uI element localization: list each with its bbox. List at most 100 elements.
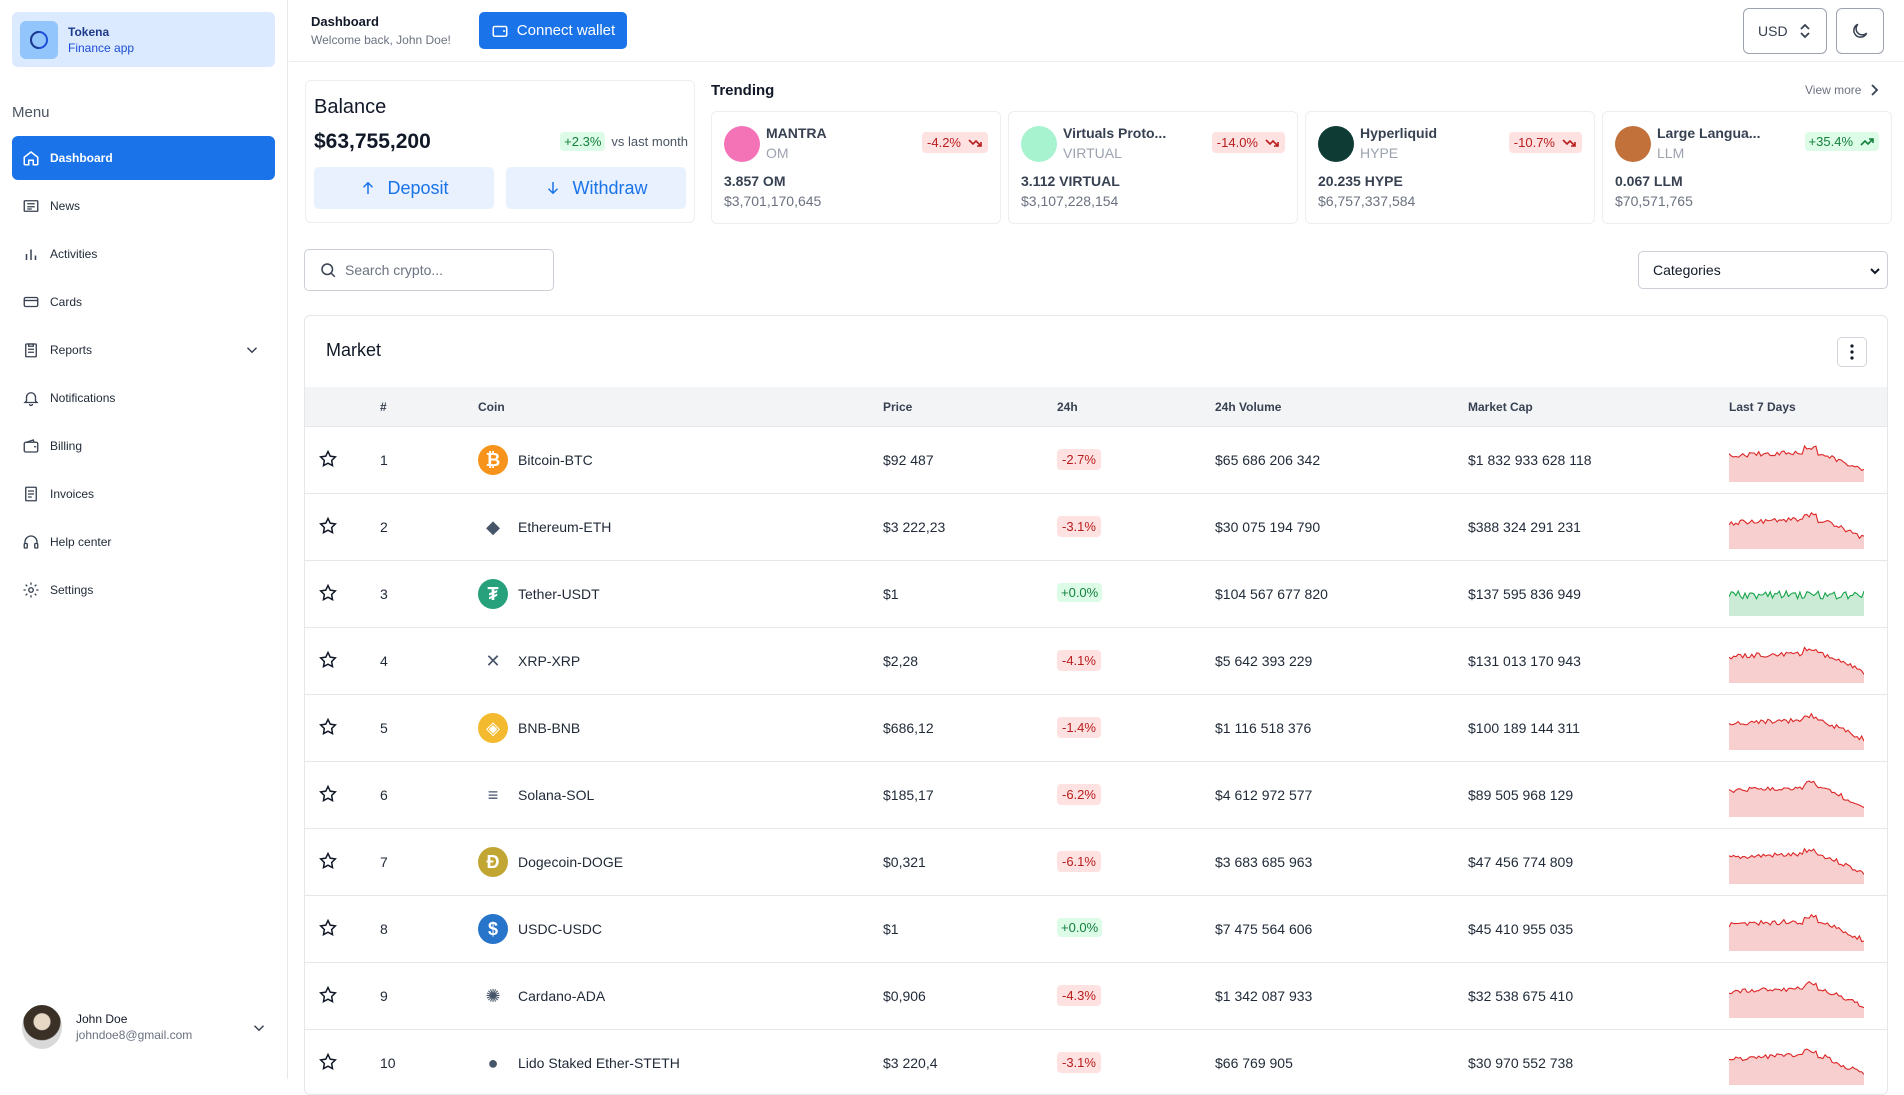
column-header-coin[interactable]: Coin xyxy=(478,400,505,414)
star-icon[interactable] xyxy=(318,918,338,938)
sparkline-chart xyxy=(1729,589,1864,616)
bell-icon xyxy=(23,392,39,407)
star-icon[interactable] xyxy=(318,516,338,536)
trending-change: -14.0% xyxy=(1216,135,1258,150)
star-icon[interactable] xyxy=(318,784,338,804)
sidebar-item-label: Activities xyxy=(50,247,98,261)
coin-name-link[interactable]: Bitcoin-BTC xyxy=(518,452,593,468)
coin-logo-icon xyxy=(724,126,760,162)
coin-logo-icon: ≡ xyxy=(478,780,508,810)
theme-toggle-button[interactable] xyxy=(1836,8,1884,54)
trending-change: +35.4% xyxy=(1808,134,1853,149)
more-options-button[interactable] xyxy=(1837,337,1867,367)
star-icon[interactable] xyxy=(318,449,338,469)
coin-name-link[interactable]: Tether-USDT xyxy=(518,586,600,602)
currency-select[interactable]: USD xyxy=(1743,8,1827,54)
star-icon[interactable] xyxy=(318,650,338,670)
trending-name: Large Langua... xyxy=(1657,125,1761,141)
coin-name-link[interactable]: Dogecoin-DOGE xyxy=(518,854,623,870)
sidebar-item-help-center[interactable]: Help center xyxy=(12,520,275,564)
row-rank: 6 xyxy=(380,787,388,803)
coin-price: $1 xyxy=(883,921,899,937)
star-icon[interactable] xyxy=(318,1052,338,1072)
trending-card[interactable]: Hyperliquid HYPE -10.7% 20.235 HYPE $6,757,3… xyxy=(1305,111,1595,224)
categories-select[interactable]: Categories xyxy=(1638,251,1888,289)
table-row[interactable]: 9 ✺ Cardano-ADA $0,906 -4.3% $1 342 087 933 $3… xyxy=(305,963,1887,1030)
trending-market-cap: $3,701,170,645 xyxy=(724,193,822,209)
deposit-button[interactable]: Deposit xyxy=(314,167,494,209)
coin-name-link[interactable]: USDC-USDC xyxy=(518,921,602,937)
sidebar-item-label: Notifications xyxy=(50,391,116,405)
user-profile[interactable]: John Doe johndoe8@gmail.com xyxy=(22,1003,272,1051)
table-row[interactable]: 10 ● Lido Staked Ether-STETH $3 220,4 -3.1% $… xyxy=(305,1030,1887,1094)
column-header-rank[interactable]: # xyxy=(380,400,387,414)
sparkline-area xyxy=(1729,512,1864,549)
sidebar-item-dashboard[interactable]: Dashboard xyxy=(12,136,275,180)
coin-name-link[interactable]: Lido Staked Ether-STETH xyxy=(518,1055,680,1071)
view-more-link[interactable]: View more xyxy=(1805,83,1879,97)
sidebar-item-news[interactable]: News xyxy=(12,184,275,228)
withdraw-button[interactable]: Withdraw xyxy=(506,167,686,209)
coin-name-link[interactable]: Solana-SOL xyxy=(518,787,594,803)
table-row[interactable]: 7 Ð Dogecoin-DOGE $0,321 -6.1% $3 683 685 963… xyxy=(305,829,1887,896)
coin-name-link[interactable]: BNB-BNB xyxy=(518,720,580,736)
table-row[interactable]: 3 ₮ Tether-USDT $1 +0.0% $104 567 677 820 $137… xyxy=(305,561,1887,628)
sidebar-item-label: Reports xyxy=(50,343,93,357)
star-icon[interactable] xyxy=(318,583,338,603)
table-row[interactable]: 1 ₿ Bitcoin-BTC $92 487 -2.7% $65 686 206 342… xyxy=(305,427,1887,494)
receipt-icon xyxy=(25,486,37,502)
table-row[interactable]: 6 ≡ Solana-SOL $185,17 -6.2% $4 612 972 577 $8… xyxy=(305,762,1887,829)
sidebar-item-cards[interactable]: Cards xyxy=(12,280,275,324)
chevron-down-icon[interactable] xyxy=(250,1019,268,1037)
table-row[interactable]: 8 $ USDC-USDC $1 +0.0% $7 475 564 606 $45 410 … xyxy=(305,896,1887,963)
star-icon[interactable] xyxy=(318,851,338,871)
column-header-price[interactable]: Price xyxy=(883,400,912,414)
coin-name-link[interactable]: Cardano-ADA xyxy=(518,988,605,1004)
coin-name-link[interactable]: XRP-XRP xyxy=(518,653,580,669)
search-box[interactable] xyxy=(304,249,554,291)
column-header-24h[interactable]: 24h xyxy=(1057,400,1078,414)
trending-change: -10.7% xyxy=(1513,135,1555,150)
volume-24h: $3 683 685 963 xyxy=(1215,854,1313,870)
column-header-last-7-days[interactable]: Last 7 Days xyxy=(1729,400,1796,414)
trending-card[interactable]: Virtuals Proto... VIRTUAL -14.0% 3.112 VIRT… xyxy=(1008,111,1298,224)
star-icon[interactable] xyxy=(318,985,338,1005)
column-header-volume[interactable]: 24h Volume xyxy=(1215,400,1281,414)
trending-card[interactable]: Large Langua... LLM +35.4% 0.067 LLM $70,571… xyxy=(1602,111,1892,224)
balance-value: $63,755,200 xyxy=(314,130,431,153)
coin-price: $3 220,4 xyxy=(883,1055,938,1071)
sidebar-item-label: Dashboard xyxy=(50,151,113,165)
sidebar-item-invoices[interactable]: Invoices xyxy=(12,472,275,516)
sidebar-item-billing[interactable]: Billing xyxy=(12,424,275,468)
arrow-down-icon xyxy=(548,182,559,195)
star-icon[interactable] xyxy=(318,717,338,737)
chevron-down-icon[interactable] xyxy=(243,341,261,359)
table-row[interactable]: 5 ◈ BNB-BNB $686,12 -1.4% $1 116 518 376 $100 … xyxy=(305,695,1887,762)
market-cap: $1 832 933 628 118 xyxy=(1468,452,1592,468)
coin-logo-icon: ₮ xyxy=(478,579,508,609)
sparkline-area xyxy=(1729,1049,1864,1085)
search-input[interactable] xyxy=(345,262,545,278)
trending-change-badge: -10.7% xyxy=(1508,132,1582,153)
market-cap: $32 538 675 410 xyxy=(1468,988,1574,1004)
change-24h-badge: +0.0% xyxy=(1057,918,1103,937)
connect-wallet-button[interactable]: Connect wallet xyxy=(479,12,627,49)
market-cap: $45 410 955 035 xyxy=(1468,921,1574,937)
coin-logo-icon xyxy=(1615,126,1651,162)
row-rank: 2 xyxy=(380,519,388,535)
table-row[interactable]: 4 ✕ XRP-XRP $2,28 -4.1% $5 642 393 229 $131 01… xyxy=(305,628,1887,695)
sidebar-item-reports[interactable]: Reports xyxy=(12,328,275,372)
sidebar-item-activities[interactable]: Activities xyxy=(12,232,275,276)
coin-price: $92 487 xyxy=(883,452,934,468)
coin-glyph: Ð xyxy=(486,851,500,872)
row-rank: 7 xyxy=(380,854,388,870)
coin-logo-icon: ◆ xyxy=(478,512,508,542)
sidebar-item-notifications[interactable]: Notifications xyxy=(12,376,275,420)
coin-name-link[interactable]: Ethereum-ETH xyxy=(518,519,611,535)
brand[interactable]: Tokena Finance app xyxy=(12,12,275,67)
column-header-market-cap[interactable]: Market Cap xyxy=(1468,400,1533,414)
trending-card[interactable]: MANTRA OM -4.2% 3.857 OM $3,701,170,645 xyxy=(711,111,1001,224)
table-row[interactable]: 2 ◆ Ethereum-ETH $3 222,23 -3.1% $30 075 194 … xyxy=(305,494,1887,561)
change-24h-badge: -3.1% xyxy=(1057,1052,1101,1073)
sidebar-item-settings[interactable]: Settings xyxy=(12,568,275,612)
